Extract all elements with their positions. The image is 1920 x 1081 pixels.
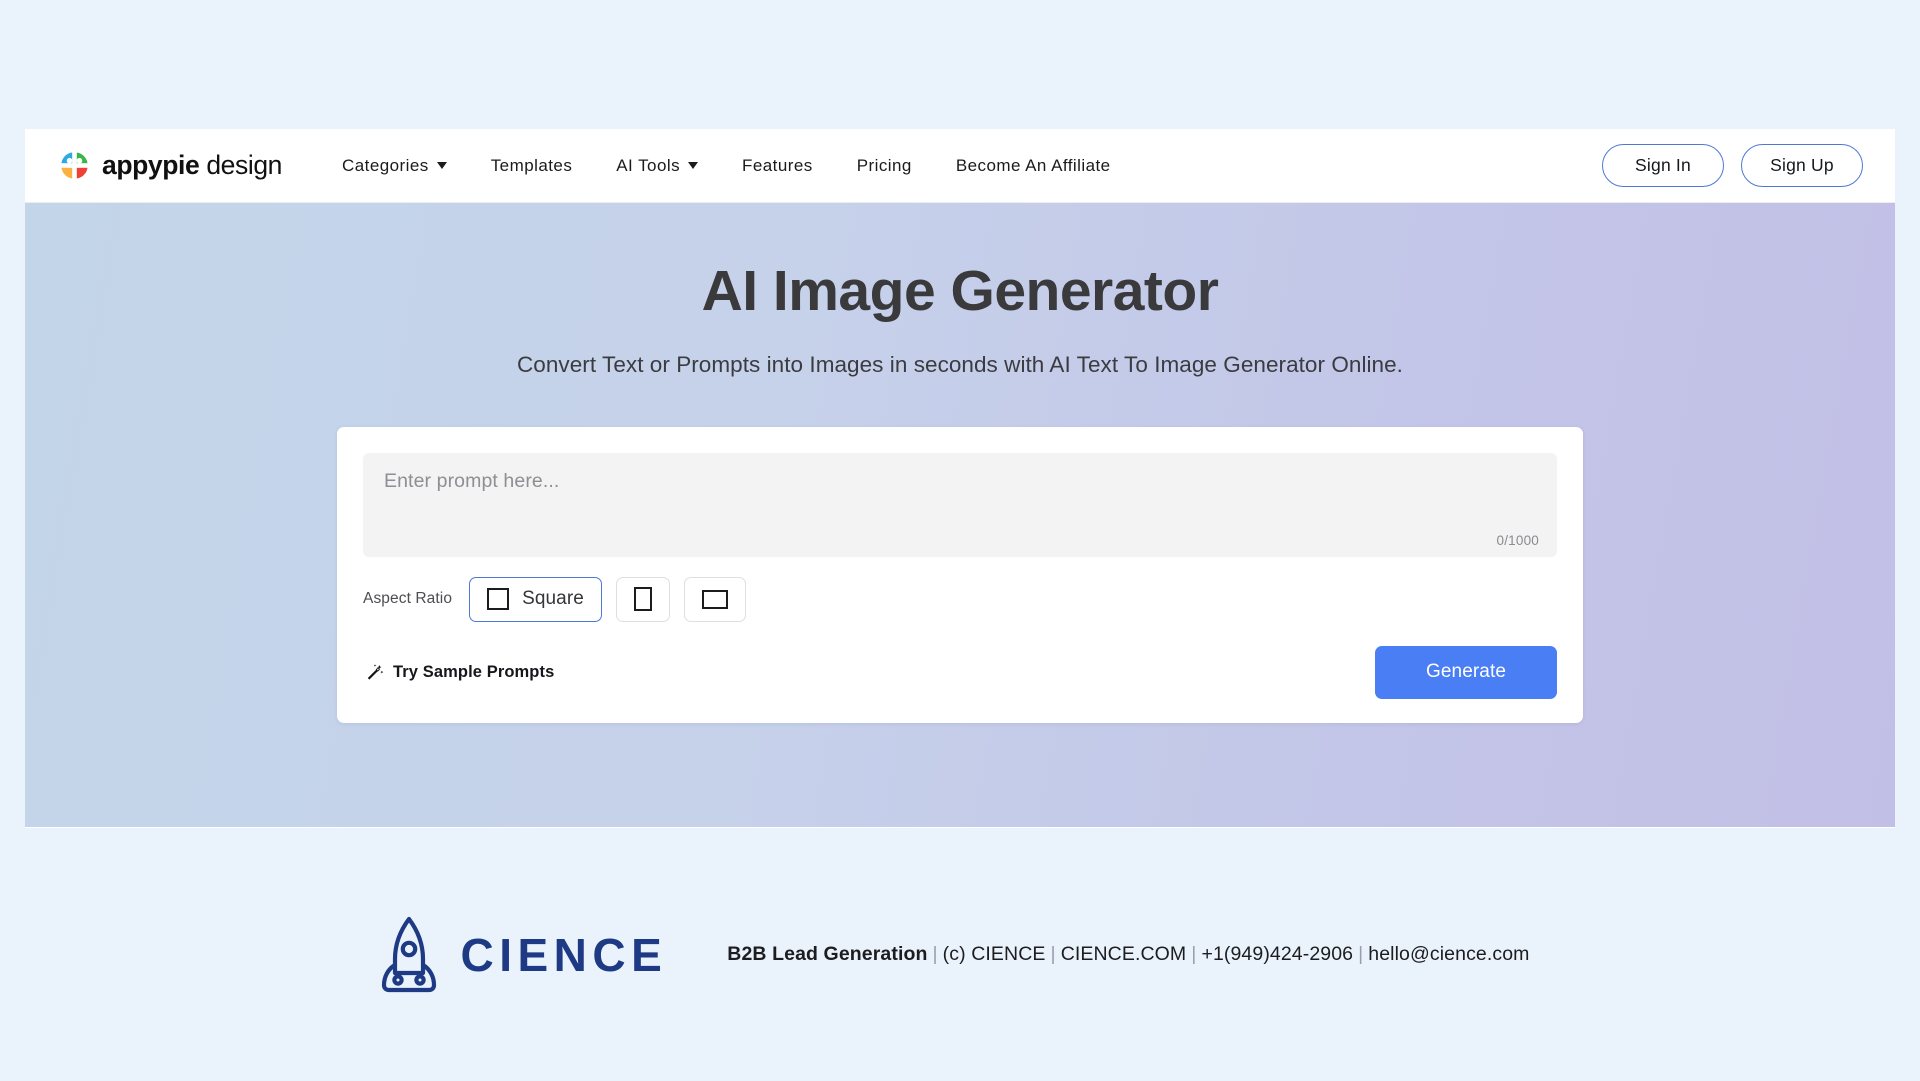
prompt-input-placeholder: Enter prompt here...	[384, 469, 560, 492]
footer-website[interactable]: CIENCE.COM	[1061, 943, 1187, 965]
nav-item-ai-tools[interactable]: AI Tools	[594, 146, 720, 186]
brand-wordmark: appypie design	[102, 150, 282, 181]
nav-item-categories[interactable]: Categories	[320, 146, 469, 186]
site-footer: CIENCE B2B Lead Generation | (c) CIENCE | CI…	[0, 828, 1920, 1081]
footer-content: CIENCE B2B Lead Generation | (c) CIENCE | CI…	[378, 913, 1529, 997]
nav-label-become-an-affiliate: Become An Affiliate	[955, 155, 1111, 175]
main-navigation: Categories Templates AI Tools Features P…	[320, 146, 1602, 186]
cience-logo: CIENCE	[378, 913, 667, 997]
nav-label-ai-tools: AI Tools	[616, 155, 681, 175]
nav-label-pricing: Pricing	[856, 155, 912, 175]
footer-email[interactable]: hello@cience.com	[1368, 943, 1529, 965]
footer-separator: |	[932, 943, 938, 965]
square-shape-icon	[487, 588, 510, 611]
brand-logo[interactable]: appypie design	[58, 149, 282, 182]
aspect-ratio-label: Aspect Ratio	[363, 590, 453, 608]
try-sample-prompts-link[interactable]: Try Sample Prompts	[363, 659, 556, 686]
sign-up-button[interactable]: Sign Up	[1741, 144, 1863, 187]
footer-separator: |	[1050, 943, 1056, 965]
site-frame: appypie design Categories Templates AI T…	[25, 129, 1895, 828]
magic-wand-icon	[367, 664, 384, 680]
aspect-ratio-group: Aspect Ratio Square	[363, 576, 1557, 622]
prompt-card-footer: Try Sample Prompts Generate	[363, 645, 1557, 699]
cience-wordmark: CIENCE	[460, 928, 668, 981]
aspect-ratio-name-square: Square	[522, 588, 584, 610]
nav-item-become-an-affiliate[interactable]: Become An Affiliate	[934, 146, 1133, 186]
site-header: appypie design Categories Templates AI T…	[25, 129, 1895, 203]
page-subtitle: Convert Text or Prompts into Images in s…	[517, 351, 1403, 377]
footer-separator: |	[1191, 943, 1197, 965]
prompt-input-wrapper[interactable]: Enter prompt here... 0/1000	[363, 452, 1557, 557]
landscape-shape-icon	[701, 589, 728, 609]
nav-label-templates: Templates	[490, 155, 573, 175]
header-actions: Sign In Sign Up	[1602, 144, 1863, 187]
chevron-down-icon	[436, 162, 447, 169]
chevron-down-icon	[688, 162, 699, 169]
hero-section: AI Image Generator Convert Text or Promp…	[25, 203, 1895, 827]
character-counter: 0/1000	[1496, 532, 1539, 548]
footer-copyright: (c) CIENCE	[942, 943, 1046, 965]
aspect-ratio-option-landscape[interactable]	[683, 576, 746, 622]
sign-in-button[interactable]: Sign In	[1602, 144, 1724, 187]
nav-item-pricing[interactable]: Pricing	[835, 146, 934, 186]
page-title: AI Image Generator	[701, 259, 1219, 323]
rocket-icon	[382, 916, 437, 992]
brand-name-light: design	[206, 150, 283, 180]
portrait-shape-icon	[633, 587, 652, 612]
footer-contact-line: B2B Lead Generation | (c) CIENCE | CIENCE.CO…	[727, 943, 1529, 966]
nav-item-templates[interactable]: Templates	[469, 146, 595, 186]
footer-tagline: B2B Lead Generation	[727, 943, 928, 965]
brand-name-bold: appypie	[102, 150, 200, 180]
page-root: appypie design Categories Templates AI T…	[0, 0, 1920, 1081]
prompt-card: Enter prompt here... 0/1000 Aspect Ratio…	[337, 426, 1583, 723]
appypie-flower-icon	[60, 151, 89, 180]
footer-phone[interactable]: +1(949)424-2906	[1201, 943, 1353, 965]
try-sample-prompts-label: Try Sample Prompts	[393, 662, 555, 681]
generate-button[interactable]: Generate	[1375, 645, 1557, 699]
aspect-ratio-option-square[interactable]: Square	[469, 576, 602, 622]
nav-item-features[interactable]: Features	[720, 146, 835, 186]
footer-separator: |	[1358, 943, 1364, 965]
aspect-ratio-option-portrait[interactable]	[615, 576, 670, 622]
nav-label-categories: Categories	[342, 155, 429, 175]
nav-label-features: Features	[742, 155, 813, 175]
